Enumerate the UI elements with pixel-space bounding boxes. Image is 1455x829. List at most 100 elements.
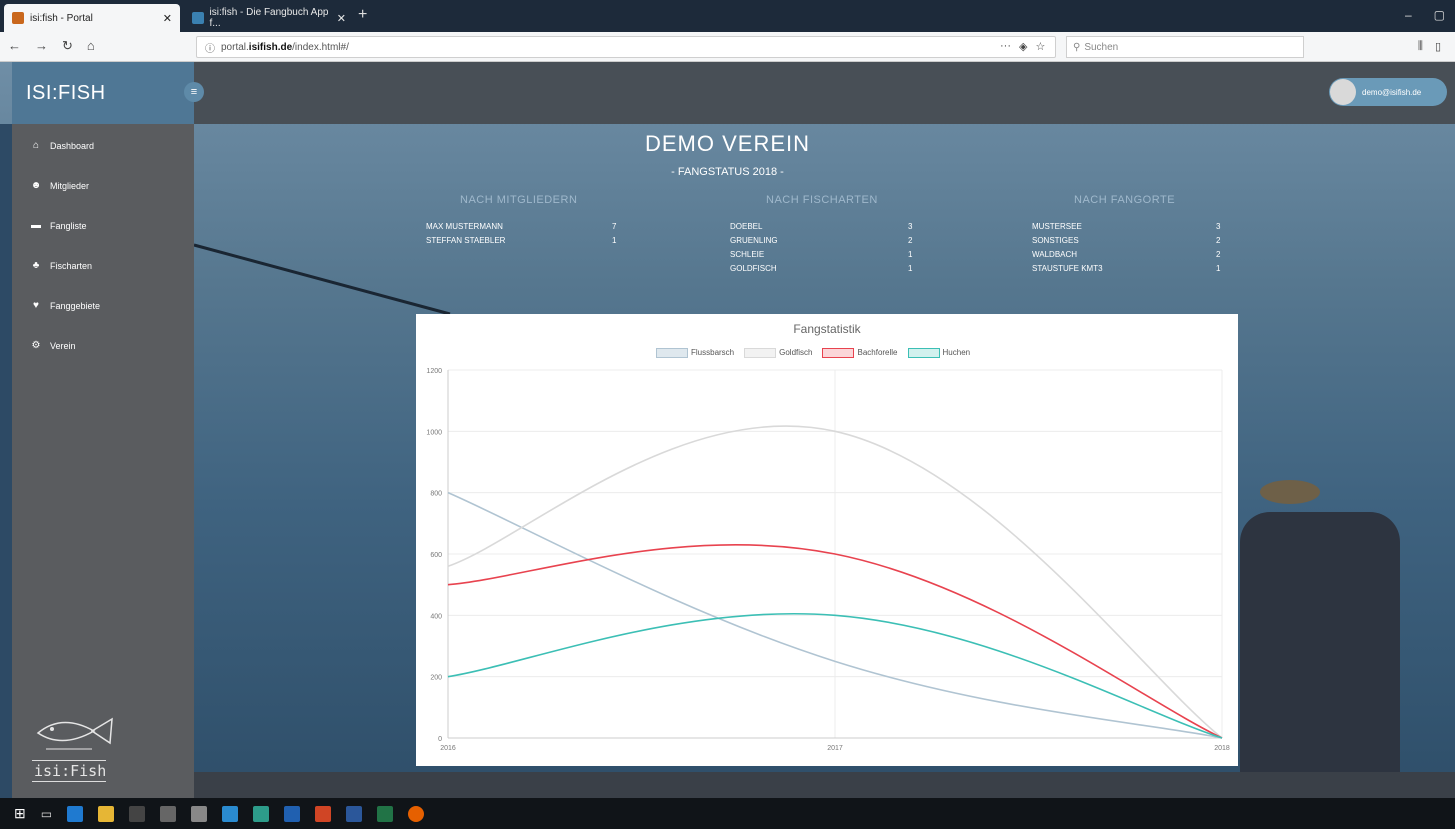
url-actions: ··· ◈ ☆ [1000, 40, 1045, 53]
tab-isifish-portal[interactable]: isi:fish - Portal ✕ [4, 4, 180, 32]
isifish-favicon-icon [192, 12, 204, 24]
sidebar-item-label: Fanggebiete [50, 300, 101, 311]
stat-row-label: GOLDFISCH [730, 264, 777, 273]
brand-title: ISI:FISH [26, 82, 106, 104]
url-prefix: portal. [221, 41, 249, 53]
sidebar-item-fischarten[interactable]: ♣ Fischarten [30, 260, 92, 271]
column-heading-mitglieder: NACH MITGLIEDERN [460, 194, 578, 206]
stat-row-count: 2 [908, 236, 913, 245]
file-explorer-icon[interactable] [98, 805, 115, 822]
stat-row-label: GRUENLING [730, 236, 778, 245]
y-tick-label: 0 [438, 736, 442, 743]
close-icon[interactable]: ✕ [163, 12, 172, 25]
stat-row-count: 2 [1216, 236, 1221, 245]
sidebar-item-fangliste[interactable]: ▬ Fangliste [30, 220, 87, 231]
stat-row-label: SCHLEIE [730, 250, 765, 259]
browser-nav-bar: ← → ↻ ⌂ ⓘ portal. isifish.de/index.html#/… [0, 32, 1455, 62]
browser-tab-bar: isi:fish - Portal ✕ isi:fish - Die Fangb… [0, 0, 1455, 32]
pocket-icon[interactable]: ◈ [1019, 40, 1027, 53]
users-icon: ☻ [30, 180, 42, 191]
stat-row-label: DOEBEL [730, 222, 763, 231]
x-tick-label: 2016 [440, 745, 456, 752]
maximize-icon[interactable]: ▢ [1434, 8, 1445, 22]
tab-label: isi:fish - Die Fangbuch App f... [209, 7, 329, 29]
fisherman-hat [1260, 480, 1320, 504]
page-subtitle: - FANGSTATUS 2018 - [671, 166, 784, 178]
info-icon: ⓘ [205, 43, 215, 55]
task-view-icon[interactable]: ▭ [41, 807, 52, 821]
powerpoint-icon[interactable] [315, 805, 332, 822]
sidebar: ⌂ Dashboard ☻ Mitglieder ▬ Fangliste ♣ F… [12, 124, 194, 798]
y-tick-label: 600 [430, 552, 442, 559]
y-tick-label: 1000 [426, 429, 442, 436]
library-icon[interactable]: ⫼ [1418, 40, 1423, 53]
tab-label: isi:fish - Portal [30, 12, 93, 24]
sidebar-item-fanggebiete[interactable]: ♥ Fanggebiete [30, 300, 100, 311]
y-tick-label: 800 [430, 491, 442, 498]
minimize-icon[interactable]: – [1405, 8, 1412, 22]
isifish-favicon-icon [12, 12, 24, 24]
x-tick-label: 2018 [1214, 745, 1230, 752]
new-tab-button[interactable]: + [358, 6, 367, 24]
tab-isifish-app[interactable]: isi:fish - Die Fangbuch App f... ✕ [184, 4, 354, 32]
avatar [1330, 79, 1356, 105]
y-tick-label: 400 [430, 613, 442, 620]
fish-logo-icon [36, 717, 113, 750]
window-controls: – ▢ [1405, 8, 1445, 22]
store-icon[interactable] [191, 805, 208, 822]
fisherman-figure [1240, 512, 1400, 798]
gears-icon: ⚙ [31, 340, 41, 351]
user-menu[interactable]: demo@isifish.de [1329, 78, 1447, 106]
stat-row-count: 1 [908, 264, 913, 273]
app-icon[interactable] [284, 805, 301, 822]
sidebar-toggle-button[interactable]: ≡ [184, 82, 204, 102]
url-bar[interactable]: ⓘ portal. isifish.de/index.html#/ [196, 36, 1056, 58]
browser-tools: ⫼ ▯ [1418, 40, 1441, 53]
app-icon[interactable] [129, 805, 146, 822]
app-icon[interactable] [160, 805, 177, 822]
sidebar-item-label: Mitglieder [50, 180, 90, 191]
sidebar-item-label: Verein [50, 340, 76, 351]
app-icon[interactable] [253, 805, 270, 822]
more-icon[interactable]: ··· [1000, 40, 1011, 53]
app-viewport: ISI:FISH demo@isifish.de ≡ ⌂ Dashboard ☻… [0, 62, 1455, 798]
column-heading-fangorte: NACH FANGORTE [1074, 194, 1176, 206]
y-tick-label: 1200 [426, 368, 442, 375]
fish-species-icon: ♣ [32, 260, 40, 271]
page-title: DEMO VEREIN [644, 131, 811, 156]
search-icon: ⚲ [1073, 41, 1081, 53]
edge-icon[interactable] [67, 805, 84, 822]
sidebar-item-label: Fangliste [50, 220, 87, 231]
search-input[interactable]: ⚲ Suchen [1066, 36, 1304, 58]
home-icon[interactable]: ⌂ [87, 38, 95, 54]
firefox-icon[interactable] [408, 805, 425, 822]
column-heading-fischarten: NACH FISCHARTEN [766, 194, 878, 206]
close-icon[interactable]: ✕ [337, 12, 346, 25]
stat-row-count: 1 [908, 250, 913, 259]
stat-row-count: 1 [612, 236, 617, 245]
reload-icon[interactable]: ↻ [62, 38, 73, 54]
excel-icon[interactable] [377, 805, 394, 822]
fishing-rod [193, 243, 451, 316]
stat-row-label: MUSTERSEE [1032, 222, 1082, 231]
sidebar-item-verein[interactable]: ⚙ Verein [30, 340, 76, 351]
top-navbar: demo@isifish.de [194, 62, 1455, 124]
app-icon[interactable] [222, 805, 239, 822]
stat-row-count: 2 [1216, 250, 1221, 259]
forward-icon[interactable]: → [35, 38, 48, 54]
stat-row-count: 3 [1216, 222, 1221, 231]
sidebar-item-mitglieder[interactable]: ☻ Mitglieder [30, 180, 89, 191]
sidebar-toggle-icon[interactable]: ▯ [1435, 40, 1441, 53]
stat-row-label: STAUSTUFE KMT3 [1032, 264, 1103, 273]
url-domain: isifish.de [248, 41, 293, 53]
stat-row-label: SONSTIGES [1032, 236, 1079, 245]
stat-row-count: 3 [908, 222, 913, 231]
bookmark-star-icon[interactable]: ☆ [1035, 40, 1045, 53]
screen: isi:fish - Portal ✕ isi:fish - Die Fangb… [0, 0, 1455, 829]
stat-row-label: WALDBACH [1032, 250, 1078, 259]
map-marker-icon: ♥ [33, 300, 39, 311]
fangstatistik-chart: Fangstatistik Flussbarsch Goldfisch Bach… [416, 314, 1238, 766]
word-icon[interactable] [346, 805, 363, 822]
back-icon[interactable]: ← [8, 38, 21, 54]
windows-start-icon[interactable]: ⊞ [14, 805, 26, 822]
